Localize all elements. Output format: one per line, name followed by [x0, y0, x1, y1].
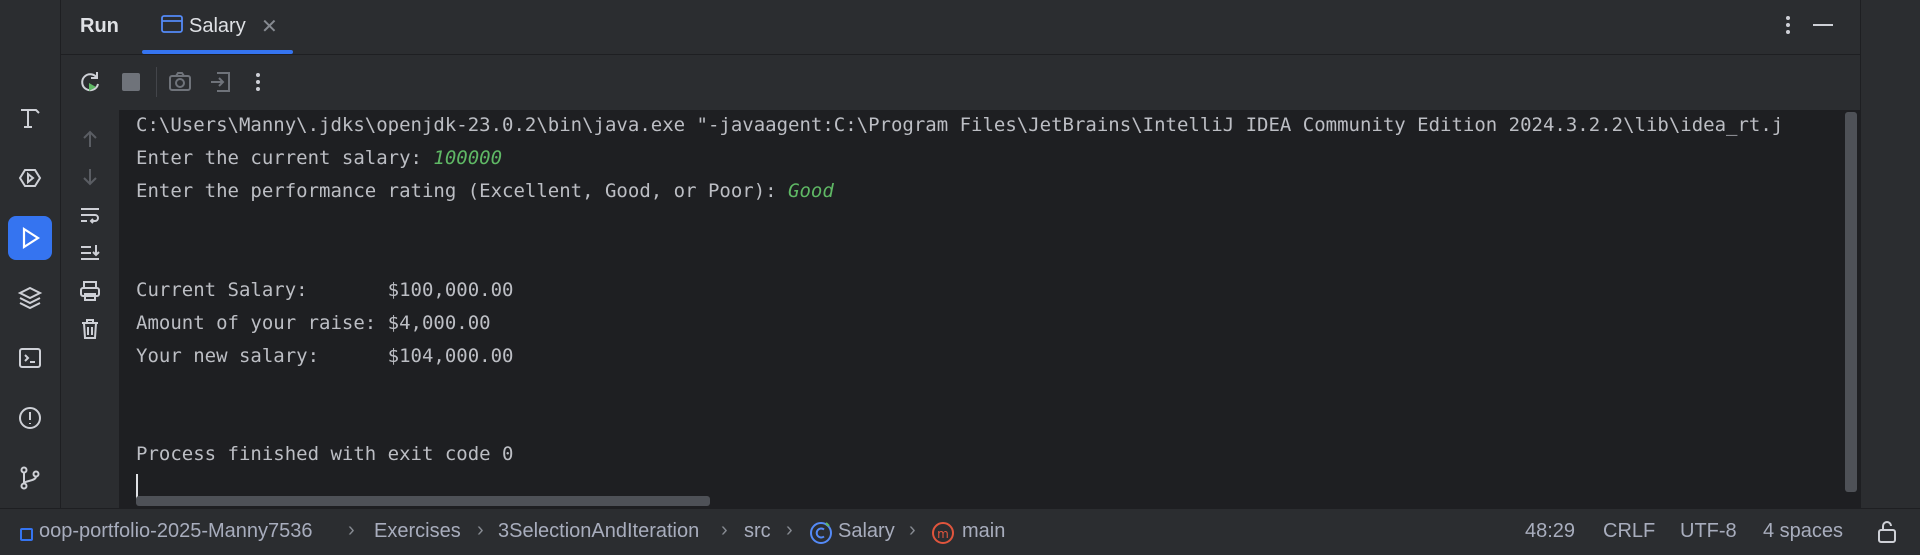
print-icon[interactable] [75, 276, 105, 306]
arrow-up-icon[interactable] [75, 124, 105, 154]
console-line-new-salary: Your new salary: $104,000.00 [136, 345, 514, 367]
lock-icon[interactable] [1876, 519, 1898, 545]
status-bar: oop-portfolio-2025-Manny7536 › Exercises… [0, 508, 1920, 555]
more-actions-icon[interactable] [243, 67, 273, 97]
run-window-title: Run [80, 15, 119, 37]
terminal-icon[interactable] [8, 336, 52, 380]
chevron-right-icon: › [786, 519, 793, 541]
trash-icon[interactable] [75, 314, 105, 344]
project-module-icon [20, 528, 33, 541]
svg-text:m: m [937, 527, 949, 541]
toolbar-divider [156, 67, 157, 97]
breadcrumb-method[interactable]: main [962, 520, 1005, 543]
tool-window-header: Run Salary ✕ [61, 0, 1860, 55]
close-icon[interactable]: ✕ [261, 14, 278, 39]
console-tab-icon [161, 15, 183, 33]
more-options-icon[interactable] [1776, 10, 1800, 40]
file-encoding[interactable]: UTF-8 [1680, 520, 1737, 543]
run-tool-window: Run Salary ✕ [61, 0, 1860, 508]
scroll-to-end-icon[interactable] [75, 238, 105, 268]
horizontal-scrollbar[interactable] [136, 496, 710, 506]
problems-icon[interactable] [8, 396, 52, 440]
breadcrumb-project[interactable]: oop-portfolio-2025-Manny7536 [39, 520, 313, 543]
user-input-salary: 100000 [433, 147, 503, 169]
user-input-rating: Good [788, 180, 834, 202]
console-actions-gutter [61, 110, 119, 508]
run-toolbar [61, 55, 1860, 110]
chevron-right-icon: › [348, 519, 355, 541]
console-line: Enter the current salary: 100000 [136, 147, 502, 169]
minimize-icon[interactable] [1813, 24, 1833, 26]
breadcrumb-exercises[interactable]: Exercises [374, 520, 461, 543]
services-icon[interactable] [8, 156, 52, 200]
console-line-exit: Process finished with exit code 0 [136, 443, 514, 465]
arrow-down-icon[interactable] [75, 162, 105, 192]
class-icon [810, 522, 832, 544]
line-separator[interactable]: CRLF [1603, 520, 1655, 543]
console-line-current-salary: Current Salary: $100,000.00 [136, 279, 514, 301]
rerun-icon[interactable] [75, 67, 105, 97]
console-line-raise: Amount of your raise: $4,000.00 [136, 312, 491, 334]
chevron-right-icon: › [721, 519, 728, 541]
right-tool-strip [1860, 0, 1920, 508]
git-branch-icon[interactable] [8, 456, 52, 500]
prompt-text: Enter the current salary: [136, 147, 434, 169]
console-line: Enter the performance rating (Excellent,… [136, 180, 834, 202]
breadcrumb-class[interactable]: Salary [838, 520, 895, 543]
method-icon: m [932, 522, 954, 544]
camera-icon[interactable] [165, 67, 195, 97]
build-hammer-icon[interactable] [8, 96, 52, 140]
layers-icon[interactable] [8, 276, 52, 320]
breadcrumb-package[interactable]: 3SelectionAndIteration [498, 520, 699, 543]
prompt-text: Enter the performance rating (Excellent,… [136, 180, 789, 202]
tab-label[interactable]: Salary [189, 15, 246, 38]
run-icon[interactable] [8, 216, 52, 260]
chevron-right-icon: › [477, 519, 484, 541]
soft-wrap-icon[interactable] [75, 200, 105, 230]
breadcrumb-src[interactable]: src [744, 520, 771, 543]
stop-icon[interactable] [116, 67, 146, 97]
console-command-line: C:\Users\Manny\.jdks\openjdk-23.0.2\bin\… [136, 114, 1784, 136]
exit-icon[interactable] [205, 67, 235, 97]
indent-setting[interactable]: 4 spaces [1763, 520, 1843, 543]
vertical-scrollbar[interactable] [1845, 112, 1857, 492]
left-tool-strip [0, 0, 61, 508]
active-tab-indicator [142, 50, 293, 54]
chevron-right-icon: › [909, 519, 916, 541]
caret-position[interactable]: 48:29 [1525, 520, 1575, 543]
